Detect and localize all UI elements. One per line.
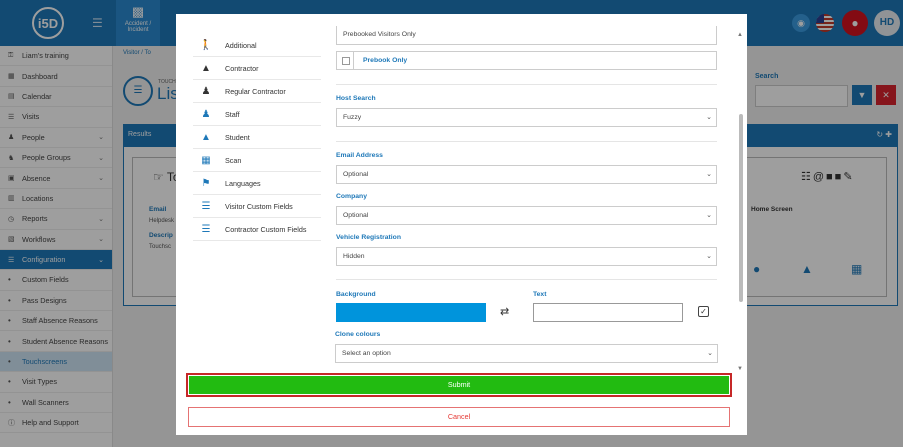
company-select[interactable]: Optional ⌄	[336, 206, 717, 225]
clone-colours-label: Clone colours	[335, 331, 381, 338]
clone-colours-select[interactable]: Select an option ⌄	[335, 344, 718, 363]
prebook-only-toggle[interactable]: Prebook Only	[336, 51, 717, 70]
submit-button[interactable]: Submit	[189, 376, 729, 394]
submit-button-frame: Submit	[186, 373, 732, 397]
vehicle-registration-label: Vehicle Registration	[336, 234, 401, 241]
modal-menu-label: Visitor Custom Fields	[225, 201, 293, 211]
modal-menu-item[interactable]: ⚑ Languages	[193, 172, 321, 195]
background-label: Background	[336, 291, 376, 298]
scroll-thumb[interactable]	[739, 114, 743, 302]
company-label: Company	[336, 193, 367, 200]
modal-menu-item[interactable]: ☰ Contractor Custom Fields	[193, 218, 321, 241]
chevron-down-icon: ⌄	[706, 171, 712, 178]
modal-menu-label: Contractor	[225, 63, 259, 73]
host-search-select[interactable]: Fuzzy ⌄	[336, 108, 717, 127]
scroll-down-icon[interactable]: ▼	[737, 366, 743, 372]
cancel-button[interactable]: Cancel	[188, 407, 730, 427]
modal-menu-item[interactable]: ▲ Student	[193, 126, 321, 149]
modal-menu-item[interactable]: ☰ Visitor Custom Fields	[193, 195, 321, 218]
modal-menu-item[interactable]: ♟ Regular Contractor	[193, 80, 321, 103]
email-address-label: Email Address	[336, 152, 383, 159]
swap-colors-icon[interactable]: ⇄	[500, 305, 509, 318]
divider	[336, 279, 717, 280]
divider	[336, 141, 717, 142]
modal-menu-label: Contractor Custom Fields	[225, 224, 307, 234]
email-address-value: Optional	[343, 171, 369, 178]
modal-menu-label: Scan	[225, 155, 242, 165]
visitor-mode-value: Prebooked Visitors Only	[343, 31, 416, 38]
modal-scroll-area[interactable]: 🚶 Additional ▲ Contractor ♟ Regular Contracto…	[176, 14, 736, 371]
vehicle-registration-select[interactable]: Hidden ⌄	[336, 247, 717, 266]
staff-icon: ♟	[201, 108, 211, 120]
chevron-down-icon: ⌄	[707, 350, 713, 357]
modal-menu-item[interactable]: ♟ Staff	[193, 103, 321, 126]
modal-menu-label: Regular Contractor	[225, 86, 286, 96]
email-address-select[interactable]: Optional ⌄	[336, 165, 717, 184]
chevron-down-icon: ⌄	[706, 114, 712, 121]
modal-menu-label: Staff	[225, 109, 240, 119]
clone-colours-placeholder: Select an option	[342, 350, 391, 357]
modal-menu-label: Student	[225, 132, 250, 142]
text-color-input[interactable]	[533, 303, 683, 322]
apply-colors-checkbox[interactable]: ✓	[698, 306, 709, 317]
visitor-mode-select[interactable]: Prebooked Visitors Only	[336, 26, 717, 45]
modal-menu-label: Languages	[225, 178, 261, 188]
user-gear-icon: ♟	[201, 85, 211, 97]
checklist-icon: ☰	[201, 223, 211, 235]
qr-icon: ▦	[201, 154, 211, 166]
graduate-icon: ▲	[201, 131, 211, 143]
modal-menu-label: Additional	[225, 40, 257, 50]
prebook-only-label: Prebook Only	[363, 57, 408, 64]
hardhat-icon: ▲	[201, 62, 211, 74]
modal-scrollbar[interactable]: ▲ ▼	[737, 32, 745, 376]
vehicle-registration-value: Hidden	[343, 253, 365, 260]
touchscreen-settings-modal: 🚶 Additional ▲ Contractor ♟ Regular Contracto…	[176, 14, 747, 435]
prebook-only-checkbox[interactable]	[337, 52, 354, 69]
scroll-up-icon[interactable]: ▲	[737, 32, 743, 38]
modal-menu-item[interactable]: ▦ Scan	[193, 149, 321, 172]
host-search-label: Host Search	[336, 95, 376, 102]
host-search-value: Fuzzy	[343, 114, 362, 121]
text-label: Text	[533, 291, 547, 298]
chevron-down-icon: ⌄	[706, 212, 712, 219]
walking-icon: 🚶	[199, 39, 213, 51]
modal-section-menu: 🚶 Additional ▲ Contractor ♟ Regular Contracto…	[193, 34, 321, 241]
chevron-down-icon: ⌄	[706, 253, 712, 260]
modal-menu-item[interactable]: 🚶 Additional	[193, 34, 321, 57]
flag-icon: ⚑	[201, 177, 211, 189]
divider	[336, 84, 717, 85]
checklist-icon: ☰	[201, 200, 211, 212]
company-value: Optional	[343, 212, 369, 219]
modal-menu-item[interactable]: ▲ Contractor	[193, 57, 321, 80]
background-color-swatch[interactable]	[336, 303, 486, 322]
